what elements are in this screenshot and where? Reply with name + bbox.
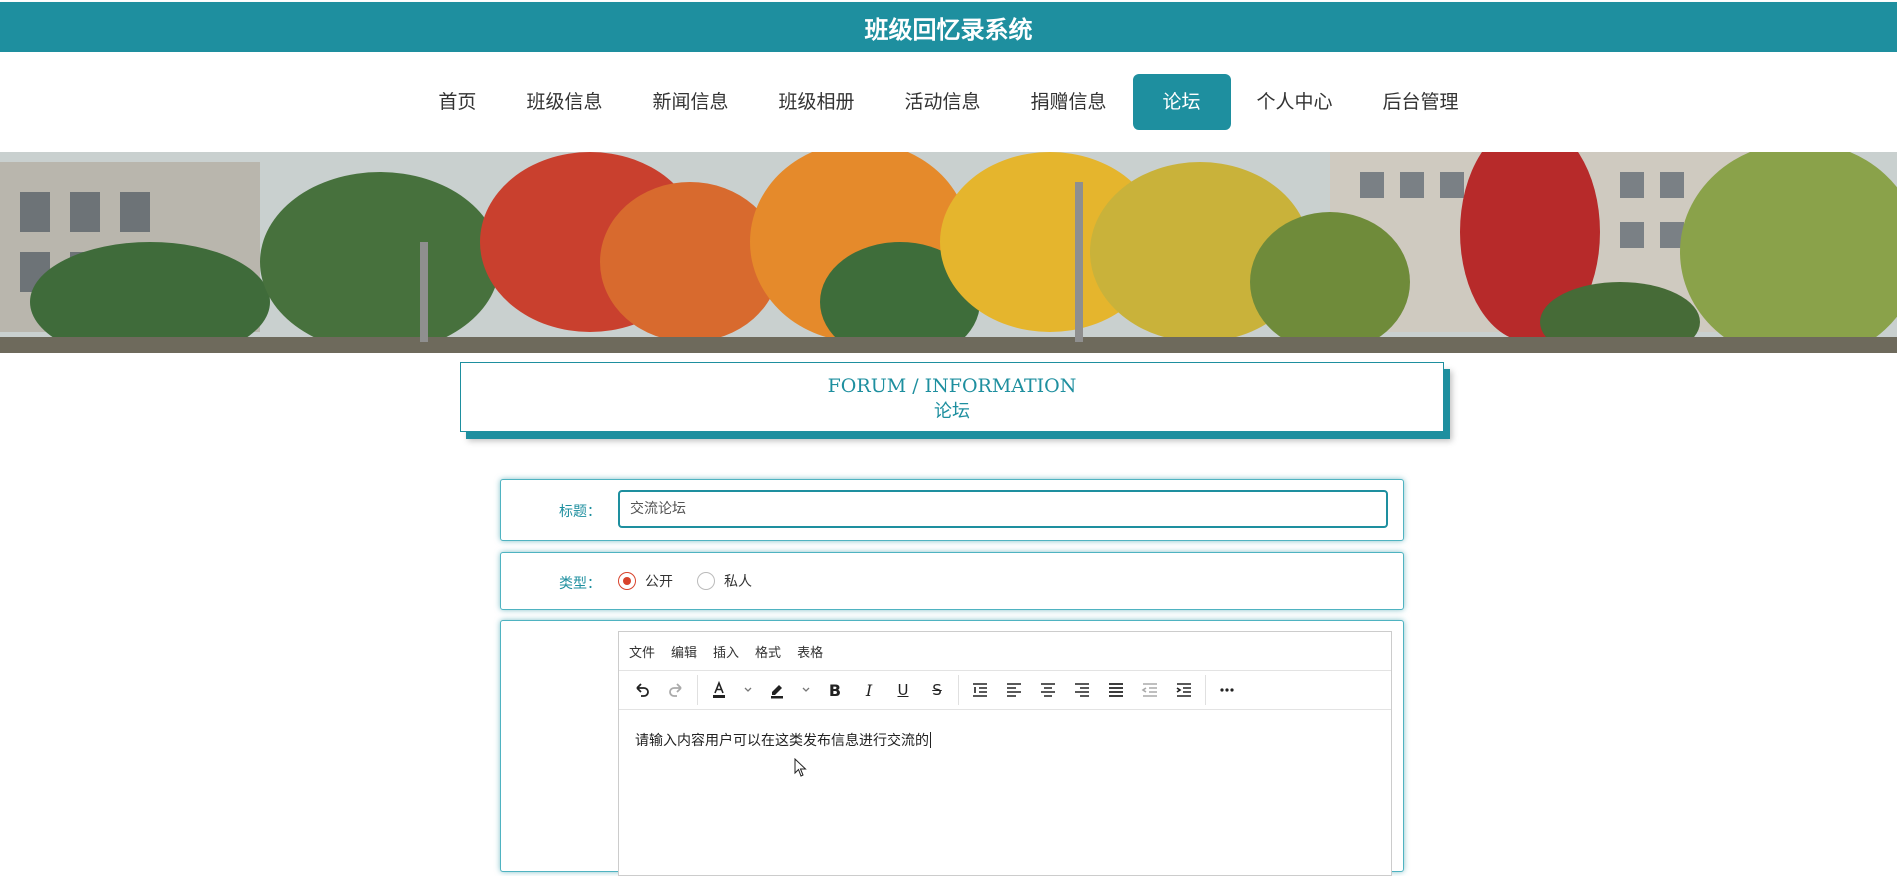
align-center-icon[interactable] bbox=[1031, 675, 1065, 705]
nav-item-admin[interactable]: 后台管理 bbox=[1359, 74, 1483, 130]
editor-toolbar: B I U S bbox=[619, 671, 1391, 710]
nav-item-forum[interactable]: 论坛 bbox=[1132, 74, 1231, 130]
section-title-zh: 论坛 bbox=[934, 401, 970, 422]
editor-content-text: 请输入内容用户可以在这类发布信息进行交流的 bbox=[635, 733, 929, 749]
undo-icon[interactable] bbox=[625, 675, 659, 705]
type-row: 类型： 公开 私人 bbox=[500, 552, 1404, 610]
text-caret bbox=[930, 732, 931, 748]
editor-content-area[interactable]: 请输入内容用户可以在这类发布信息进行交流的 bbox=[619, 710, 1391, 770]
chevron-down-icon[interactable] bbox=[736, 675, 760, 705]
editor-row: 文件 编辑 插入 格式 表格 B I U S 请输入内容用户可以在这类发布信息进… bbox=[500, 620, 1404, 876]
text-color-icon[interactable] bbox=[702, 675, 736, 705]
mouse-cursor-icon bbox=[794, 757, 808, 782]
autumn-campus-photo bbox=[0, 152, 1897, 353]
title-label: 标题： bbox=[559, 504, 601, 520]
menu-edit[interactable]: 编辑 bbox=[671, 642, 697, 661]
banner-image bbox=[0, 152, 1897, 353]
italic-icon[interactable]: I bbox=[852, 675, 886, 705]
underline-icon[interactable]: U bbox=[886, 675, 920, 705]
nav-item-home[interactable]: 首页 bbox=[414, 74, 500, 130]
title-row: 标题： 交流论坛 bbox=[500, 479, 1404, 541]
nav-item-personal-center[interactable]: 个人中心 bbox=[1233, 74, 1357, 130]
section-title-en: FORUM / INFORMATION bbox=[827, 375, 1077, 397]
type-radio-private[interactable]: 私人 bbox=[697, 571, 752, 591]
nav-item-donations[interactable]: 捐赠信息 bbox=[1007, 74, 1131, 130]
align-left-icon[interactable] bbox=[997, 675, 1031, 705]
type-radio-public[interactable]: 公开 bbox=[618, 571, 673, 591]
toolbar-separator bbox=[958, 675, 959, 705]
radio-unchecked-icon[interactable] bbox=[697, 572, 715, 590]
type-option-label: 私人 bbox=[724, 574, 752, 590]
rich-text-editor: 文件 编辑 插入 格式 表格 B I U S 请输入内容用户可以在这类发布信息进… bbox=[618, 631, 1392, 876]
editor-menubar: 文件 编辑 插入 格式 表格 bbox=[619, 632, 1391, 671]
indent-icon[interactable] bbox=[1167, 675, 1201, 705]
line-height-icon[interactable] bbox=[963, 675, 997, 705]
align-right-icon[interactable] bbox=[1065, 675, 1099, 705]
menu-file[interactable]: 文件 bbox=[629, 642, 655, 661]
nav-item-album[interactable]: 班级相册 bbox=[754, 74, 878, 130]
type-label: 类型： bbox=[559, 576, 601, 592]
nav-item-news[interactable]: 新闻信息 bbox=[628, 74, 752, 130]
section-title-box: FORUM / INFORMATION 论坛 bbox=[460, 362, 1444, 432]
app-header: 班级回忆录系统 bbox=[0, 2, 1897, 52]
bold-icon[interactable]: B bbox=[818, 675, 852, 705]
outdent-icon[interactable] bbox=[1133, 675, 1167, 705]
type-radio-group: 公开 私人 bbox=[618, 571, 776, 591]
redo-icon[interactable] bbox=[659, 675, 693, 705]
toolbar-separator bbox=[697, 675, 698, 705]
chevron-down-icon[interactable] bbox=[794, 675, 818, 705]
more-icon[interactable] bbox=[1210, 675, 1244, 705]
highlight-color-icon[interactable] bbox=[760, 675, 794, 705]
nav-item-activities[interactable]: 活动信息 bbox=[880, 74, 1004, 130]
nav-item-class-info[interactable]: 班级信息 bbox=[502, 74, 626, 130]
radio-checked-icon[interactable] bbox=[618, 572, 636, 590]
menu-table[interactable]: 表格 bbox=[797, 642, 823, 661]
main-nav: 首页 班级信息 新闻信息 班级相册 活动信息 捐赠信息 论坛 个人中心 后台管理 bbox=[0, 52, 1897, 152]
menu-insert[interactable]: 插入 bbox=[713, 642, 739, 661]
strikethrough-icon[interactable]: S bbox=[920, 675, 954, 705]
app-title: 班级回忆录系统 bbox=[864, 15, 1033, 44]
menu-format[interactable]: 格式 bbox=[755, 642, 781, 661]
type-option-label: 公开 bbox=[645, 574, 673, 590]
align-justify-icon[interactable] bbox=[1099, 675, 1133, 705]
title-input[interactable]: 交流论坛 bbox=[618, 490, 1388, 528]
toolbar-separator bbox=[1205, 675, 1206, 705]
